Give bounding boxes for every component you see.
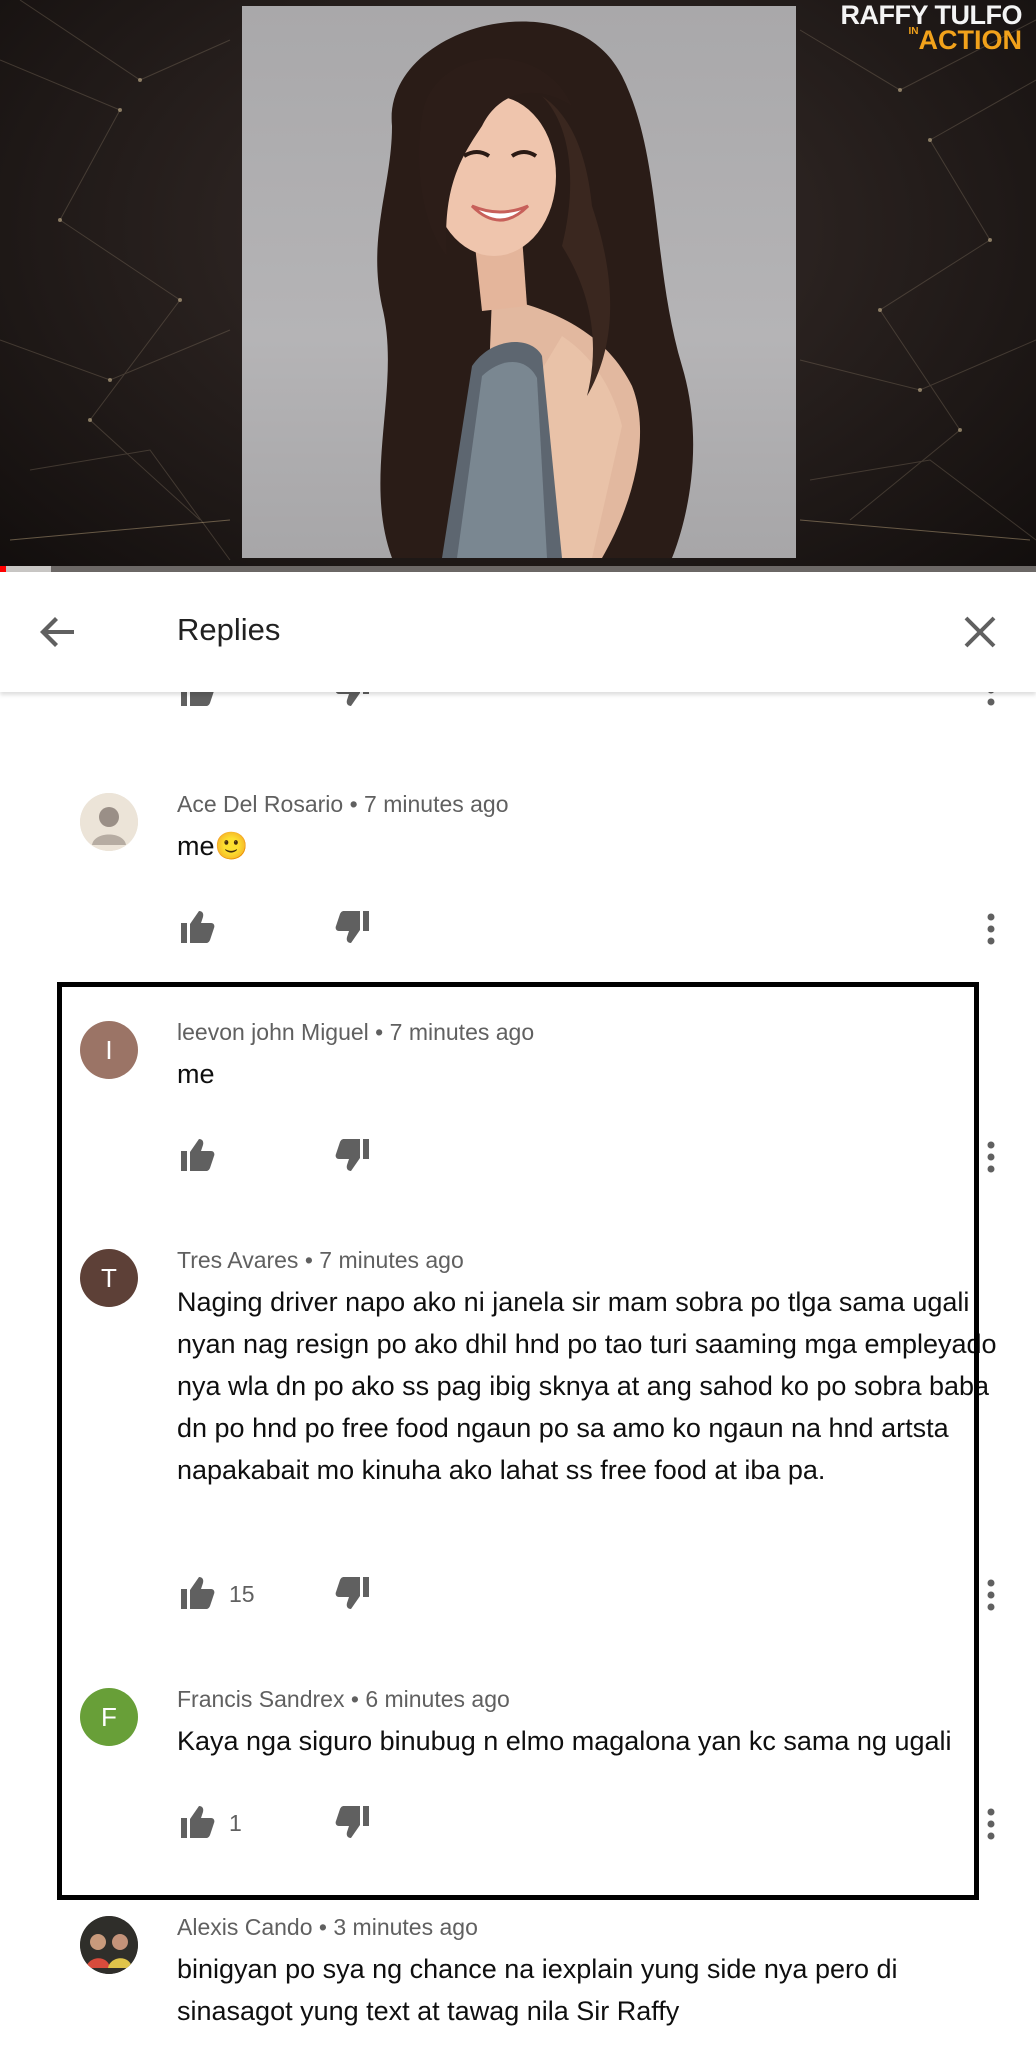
comment-author[interactable]: Alexis Cando [177, 1914, 313, 1940]
comment-time: 6 minutes ago [365, 1686, 510, 1712]
comment-meta: Alexis Cando • 3 minutes ago [177, 1914, 478, 1940]
arrow-back-icon[interactable] [34, 608, 82, 656]
comment-text: binigyan po sya ng chance na iexplain yu… [177, 1954, 898, 2026]
more-vert-icon[interactable] [979, 1137, 1003, 1177]
comment-author[interactable]: leevon john Miguel [177, 1019, 369, 1045]
thumb-up-icon[interactable] [177, 692, 217, 710]
channel-logo-line2: ACTION [918, 25, 1023, 55]
avatar[interactable]: I [80, 1021, 138, 1079]
comment-author[interactable]: Tres Avares [177, 1247, 298, 1273]
more-vert-icon[interactable] [979, 909, 1003, 949]
video-frame-portrait [242, 6, 796, 558]
comment-meta: Tres Avares • 7 minutes ago [177, 1247, 464, 1273]
avatar[interactable] [80, 793, 138, 851]
avatar[interactable]: F [80, 1688, 138, 1746]
thumb-up-icon[interactable] [177, 1135, 217, 1175]
comment-text: Naging driver napo ako ni janela sir mam… [177, 1287, 997, 1485]
video-player[interactable]: RAFFY TULFO INACTION [0, 0, 1036, 572]
more-vert-icon[interactable] [979, 1575, 1003, 1615]
more-vert-icon[interactable] [979, 692, 1003, 710]
replies-header: Replies [0, 572, 1036, 692]
comment-text: Kaya nga siguro binubug n elmo magalona … [177, 1726, 952, 1756]
replies-list[interactable]: Ace Del Rosario • 7 minutes ago me🙂 I le… [0, 692, 1036, 2048]
thumb-up-icon[interactable] [177, 1573, 217, 1613]
page-title: Replies [177, 612, 281, 647]
avatar[interactable]: T [80, 1249, 138, 1307]
comment-meta: Francis Sandrex • 6 minutes ago [177, 1686, 510, 1712]
thumb-down-icon[interactable] [333, 1573, 373, 1613]
comment-time: 7 minutes ago [389, 1019, 535, 1045]
thumb-down-icon[interactable] [333, 1135, 373, 1175]
comment-time: 7 minutes ago [319, 1247, 464, 1273]
like-count: 15 [229, 1581, 255, 1607]
comment-time: 7 minutes ago [364, 791, 509, 817]
comment-meta: leevon john Miguel • 7 minutes ago [177, 1019, 535, 1045]
like-count: 1 [229, 1810, 242, 1836]
thumb-up-icon[interactable] [177, 1802, 217, 1842]
comment-text: me🙂 [177, 831, 249, 861]
more-vert-icon[interactable] [979, 1804, 1003, 1844]
channel-logo-small: IN [908, 26, 919, 37]
comment-text: me [177, 1059, 215, 1089]
thumb-up-icon[interactable] [177, 907, 217, 947]
close-icon[interactable] [956, 608, 1004, 656]
comment-author[interactable]: Ace Del Rosario [177, 791, 343, 817]
thumb-down-icon[interactable] [333, 1802, 373, 1842]
channel-logo: RAFFY TULFO INACTION [841, 2, 1023, 55]
thumb-down-icon[interactable] [333, 907, 373, 947]
comment-time: 3 minutes ago [333, 1914, 478, 1940]
thumb-down-icon[interactable] [333, 692, 373, 710]
avatar[interactable] [80, 1916, 138, 1974]
comment-meta: Ace Del Rosario • 7 minutes ago [177, 791, 509, 817]
comment-author[interactable]: Francis Sandrex [177, 1686, 344, 1712]
